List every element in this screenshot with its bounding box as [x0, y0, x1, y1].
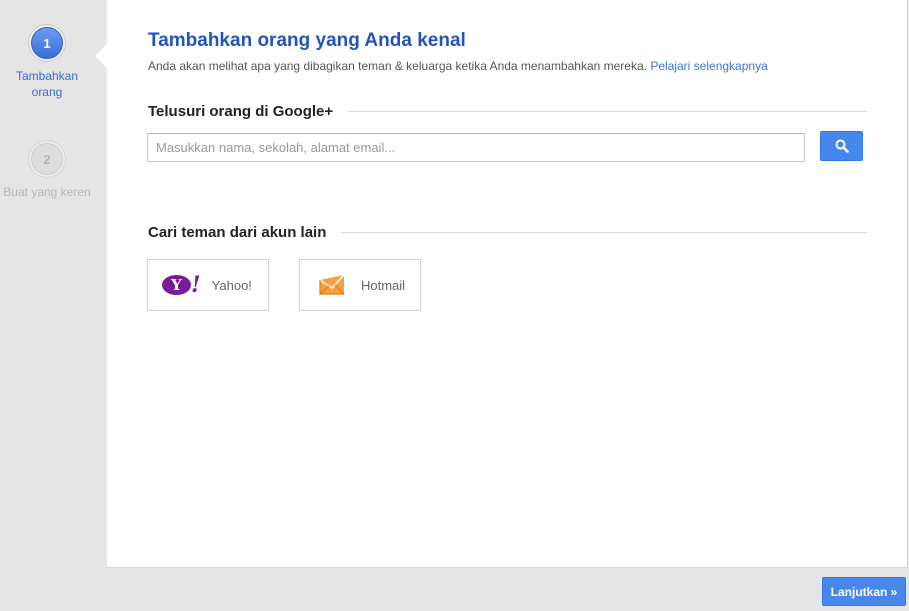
divider	[341, 232, 867, 233]
search-input[interactable]	[147, 133, 805, 162]
yahoo-logo-mark: Y	[162, 275, 191, 295]
hotmail-envelope-icon	[319, 274, 345, 295]
search-icon	[835, 139, 849, 153]
divider	[348, 111, 867, 112]
step-add-people[interactable]: 1 Tambahkan orang	[0, 27, 94, 100]
subtitle-text: Anda akan melihat apa yang dibagikan tem…	[148, 59, 647, 73]
learn-more-link[interactable]: Pelajari selengkapnya	[650, 59, 767, 73]
main-panel: Tambahkan orang yang Anda kenal Anda aka…	[107, 0, 908, 568]
yahoo-import-button[interactable]: Y ! Yahoo!	[147, 259, 269, 311]
step-number-badge: 2	[31, 143, 63, 175]
page-title: Tambahkan orang yang Anda kenal	[148, 30, 466, 51]
yahoo-logo-exclaim: !	[191, 272, 201, 298]
provider-label: Yahoo!	[211, 277, 252, 293]
step-create[interactable]: 2 Buat yang keren	[0, 143, 94, 200]
continue-button[interactable]: Lanjutkan »	[822, 577, 906, 606]
section-title: Telusuri orang di Google+	[148, 103, 334, 120]
step-number-badge: 1	[31, 27, 63, 59]
search-section-heading: Telusuri orang di Google+	[148, 103, 867, 120]
step-label: Tambahkan orang	[15, 69, 79, 99]
page-subtitle: Anda akan melihat apa yang dibagikan tem…	[148, 59, 768, 73]
panel-pointer	[95, 44, 107, 68]
section-title: Cari teman dari akun lain	[148, 224, 327, 241]
search-button[interactable]	[820, 131, 863, 161]
step-label: Buat yang keren	[3, 185, 91, 199]
accounts-section-heading: Cari teman dari akun lain	[148, 224, 867, 241]
provider-label: Hotmail	[361, 277, 406, 293]
yahoo-logo: Y !	[162, 272, 201, 298]
hotmail-import-button[interactable]: Hotmail	[299, 259, 421, 311]
